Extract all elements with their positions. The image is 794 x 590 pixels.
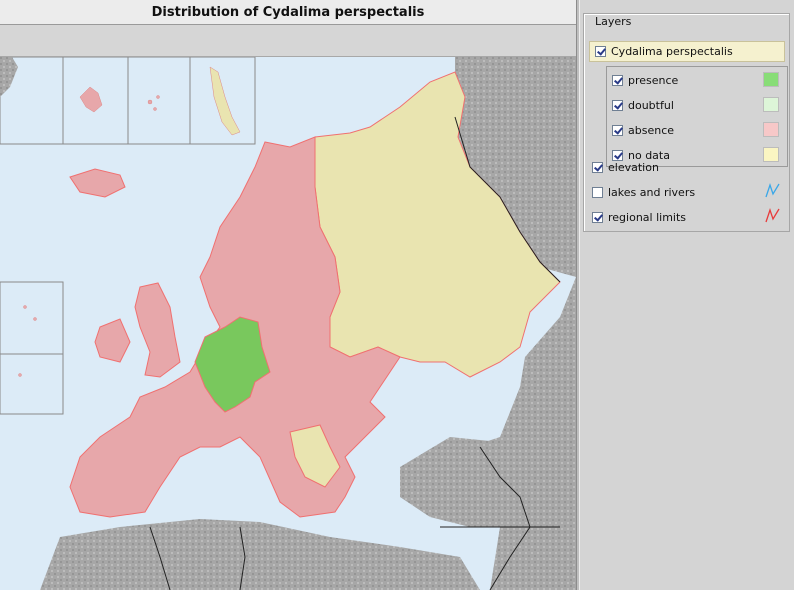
lakes-rivers-checkbox[interactable] <box>592 186 603 198</box>
regional-limits-checkbox[interactable] <box>592 211 603 223</box>
absence-checkbox[interactable] <box>612 124 623 136</box>
legend-absence[interactable]: absence <box>612 122 782 138</box>
layer-species[interactable]: Cydalima perspectalis <box>589 41 785 62</box>
presence-label: presence <box>628 73 679 87</box>
map-title: Distribution of Cydalima perspectalis <box>0 0 576 25</box>
map-toolbar <box>0 25 576 57</box>
blue-line-icon <box>765 182 780 198</box>
layers-group: Layers Cydalima perspectalis presence do… <box>583 13 790 232</box>
legend-doubtful[interactable]: doubtful <box>612 97 782 113</box>
absence-swatch <box>763 122 779 137</box>
regional-limits-label: regional limits <box>608 210 687 224</box>
presence-swatch <box>763 72 779 87</box>
doubtful-swatch <box>763 97 779 112</box>
map-view[interactable] <box>0 57 576 590</box>
legend-group: presence doubtful absence no data <box>606 66 788 167</box>
red-line-icon <box>765 207 780 223</box>
layer-elevation[interactable]: elevation <box>592 159 782 175</box>
layer-regional-limits[interactable]: regional limits <box>592 209 762 225</box>
absence-label: absence <box>628 123 675 137</box>
doubtful-label: doubtful <box>628 98 674 112</box>
elevation-checkbox[interactable] <box>592 161 603 173</box>
lakes-rivers-label: lakes and rivers <box>608 185 696 199</box>
presence-checkbox[interactable] <box>612 74 623 86</box>
elevation-label: elevation <box>608 160 659 174</box>
species-checkbox[interactable] <box>595 46 606 57</box>
legend-presence[interactable]: presence <box>612 72 782 88</box>
doubtful-checkbox[interactable] <box>612 99 623 111</box>
species-label: Cydalima perspectalis <box>611 45 733 58</box>
layers-panel: Layers Cydalima perspectalis presence do… <box>580 0 794 590</box>
layer-lakes-rivers[interactable]: lakes and rivers <box>592 184 762 200</box>
layers-group-label: Layers <box>592 15 635 28</box>
